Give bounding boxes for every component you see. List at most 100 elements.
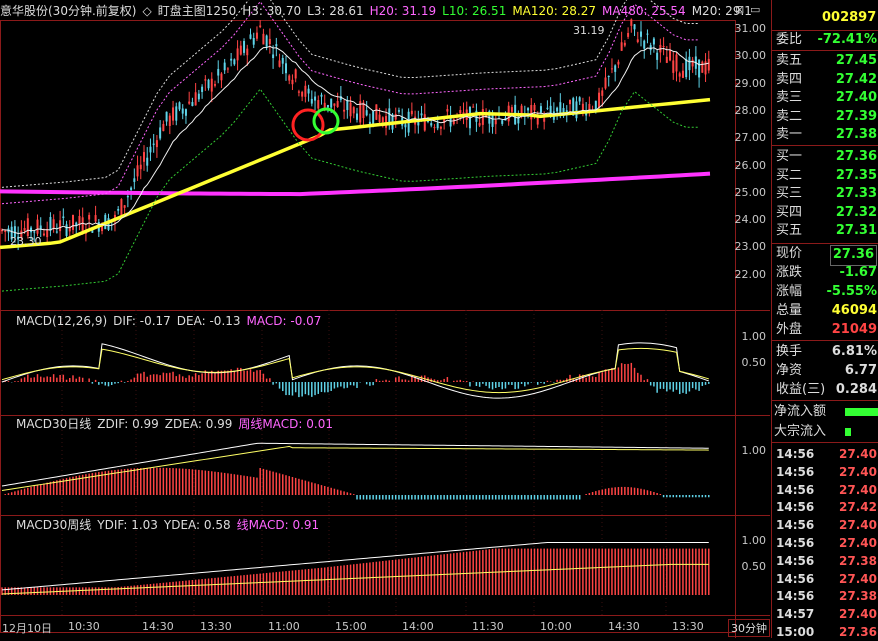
stat-row: 涨幅 -5.55%	[772, 283, 878, 302]
price-axis-label: 24.00	[734, 213, 767, 227]
flow-bar	[845, 408, 878, 416]
bid-row-value: 27.35	[835, 167, 877, 183]
divider	[772, 400, 878, 401]
candle-body	[149, 146, 152, 153]
candle-body	[123, 205, 126, 208]
candle-body	[378, 114, 381, 122]
candle-body	[168, 115, 171, 126]
stat2-row-label: 收益(三)	[776, 382, 826, 397]
ma120-value: MA120: 28.27	[512, 4, 597, 18]
candle-body	[120, 199, 123, 217]
candle-body	[533, 104, 536, 111]
candle-body	[204, 79, 207, 81]
candle-body	[62, 216, 65, 218]
candle-body	[152, 143, 155, 145]
candle-body	[259, 25, 262, 28]
candle-body	[291, 79, 294, 85]
candle-body	[191, 102, 194, 107]
flow-row: 净流入额	[772, 403, 878, 422]
candle-body	[627, 32, 630, 37]
candle-body	[691, 59, 694, 67]
candle-body	[578, 97, 581, 102]
tick-price: 27.40	[839, 464, 877, 479]
candle-body	[307, 88, 310, 94]
candle-body	[175, 106, 178, 121]
candle-body	[226, 68, 229, 70]
candle-body	[46, 229, 49, 238]
candle-body	[285, 63, 287, 74]
candle-body	[159, 127, 162, 139]
ma480-value: MA480: 25.54	[602, 4, 686, 18]
tick-row: 14:56 27.38	[772, 552, 878, 570]
indicator-name[interactable]: 盯盘主图1250	[158, 4, 237, 18]
candle-body	[246, 48, 249, 56]
stat-row-value: -1.67	[839, 265, 877, 280]
stat2-row: 净资 6.77	[772, 362, 878, 381]
price-axis-label: 27.00	[734, 131, 767, 145]
candle-body	[607, 75, 610, 77]
macd-dif-line	[1, 342, 709, 399]
tick-time: 14:56	[776, 553, 815, 568]
candle-body	[33, 231, 36, 233]
candle-body	[494, 120, 497, 125]
ask-row-value: 27.45	[835, 53, 877, 68]
candle-body	[472, 106, 475, 108]
expand-icon[interactable]: ▭	[750, 3, 760, 16]
candle-body	[701, 61, 704, 73]
candle-body	[272, 54, 275, 59]
tick-time: 14:56	[776, 500, 815, 515]
candle-body	[636, 39, 639, 43]
tick-time: 14:56	[776, 464, 815, 479]
candle-body	[314, 96, 317, 101]
candle-body	[72, 214, 74, 230]
tick-row: 14:56 27.42	[772, 498, 878, 516]
price-axis-label: 30.00	[734, 49, 767, 63]
ask-row: 卖二 27.39	[772, 108, 878, 127]
ask-row: 卖三 27.40	[772, 89, 878, 108]
candle-body	[623, 42, 626, 46]
tick-time: 14:56	[776, 536, 815, 550]
time-axis-label: 10:30	[68, 620, 100, 633]
candle-body	[26, 218, 29, 237]
candle-body	[601, 90, 604, 96]
macd30w-header: MACD30周线 YDIF: 1.03 YDEA: 0.58 线MACD: 0.91	[16, 517, 325, 533]
candle-body	[162, 123, 165, 132]
tick-time: 14:56	[776, 482, 815, 497]
candle-body	[539, 106, 542, 113]
macd30w-title: MACD30周线	[16, 518, 92, 532]
candle-body	[233, 59, 236, 65]
bid-row-label: 买一	[776, 149, 803, 164]
h20-value: H20: 31.19	[369, 4, 437, 18]
tick-price: 27.40	[839, 447, 877, 461]
period-button[interactable]: 30分钟	[728, 619, 770, 637]
diamond-toggle-icon[interactable]: ◇	[142, 4, 151, 18]
candle-body	[210, 78, 213, 92]
close-panel-icon[interactable]: ⊠	[735, 3, 744, 16]
candle-body	[178, 102, 181, 110]
candle-body	[649, 45, 652, 51]
candle-body	[656, 52, 659, 60]
candle-body	[707, 58, 710, 71]
candle-body	[343, 109, 346, 112]
macd30w-value: 线MACD: 0.91	[236, 518, 320, 532]
candle-body	[52, 219, 55, 228]
time-axis-label: 14:00	[402, 620, 434, 633]
stat2-row-label: 换手	[776, 344, 803, 359]
candle-body	[294, 69, 297, 79]
ma-white-line	[1, 45, 709, 235]
candle-body	[430, 123, 433, 126]
candle-body	[220, 73, 223, 81]
flow-label: 大宗流入	[774, 424, 827, 439]
stat2-row-label: 净资	[776, 363, 803, 378]
l3-value: L3: 28.61	[307, 4, 364, 18]
chart-area[interactable]: 意华股份(30分钟.前复权) ◇ 盯盘主图1250 H3: 30.70 L3: 28.6…	[0, 0, 770, 638]
weibi-row: 委比 -72.41%	[772, 31, 878, 50]
candle-body	[146, 157, 149, 166]
candle-body	[326, 104, 329, 108]
price-axis-label: 23.00	[734, 240, 767, 254]
candle-body	[49, 216, 52, 231]
candle-body	[569, 99, 571, 105]
candle-body	[42, 233, 45, 236]
candle-body	[688, 56, 691, 71]
candle-body	[527, 108, 530, 111]
